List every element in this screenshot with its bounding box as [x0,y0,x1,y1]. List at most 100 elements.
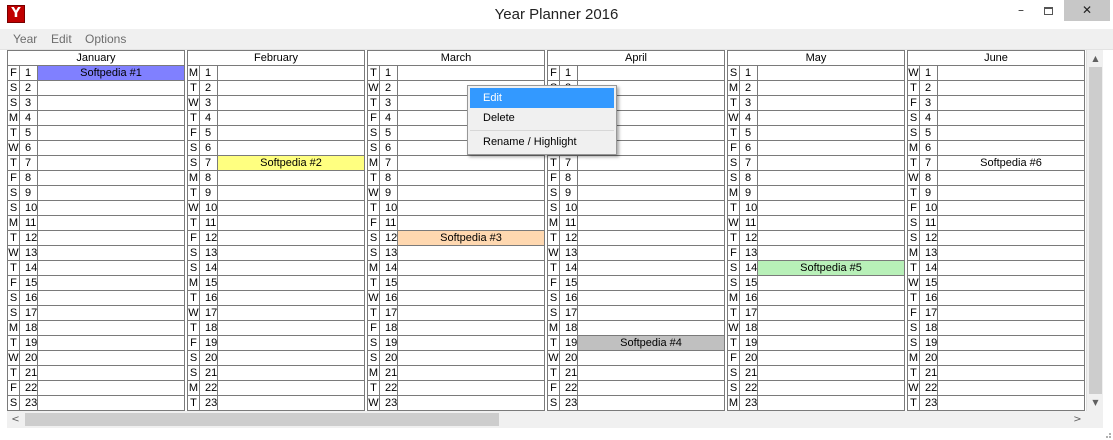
event-cell[interactable] [577,185,725,201]
scroll-right-icon[interactable]: > [1069,411,1086,428]
event-cell[interactable] [757,170,905,186]
event-cell[interactable] [397,170,545,186]
event-cell[interactable] [577,230,725,246]
event-cell[interactable] [217,230,365,246]
context-menu-edit[interactable]: Edit [470,88,614,108]
event-cell[interactable] [37,110,185,126]
event-cell[interactable] [757,305,905,321]
event-cell[interactable] [937,170,1085,186]
event-cell[interactable] [217,80,365,96]
event-cell[interactable] [217,140,365,156]
event-cell[interactable] [37,365,185,381]
event-cell[interactable] [397,215,545,231]
event-cell[interactable] [937,350,1085,366]
event-cell[interactable] [217,110,365,126]
event-cell[interactable]: Softpedia #4 [577,335,725,351]
event-cell[interactable] [937,275,1085,291]
resize-grip-icon[interactable] [1103,428,1113,440]
vertical-scroll-thumb[interactable] [1089,67,1102,394]
event-cell[interactable] [37,245,185,261]
event-cell[interactable] [37,95,185,111]
event-cell[interactable] [397,260,545,276]
event-cell[interactable] [37,230,185,246]
event-cell[interactable] [217,335,365,351]
event-cell[interactable] [937,215,1085,231]
event-cell[interactable] [37,170,185,186]
event-cell[interactable] [937,380,1085,396]
event-cell[interactable] [37,275,185,291]
event-cell[interactable]: Softpedia #1 [37,65,185,81]
event-cell[interactable] [937,95,1085,111]
event-cell[interactable] [757,350,905,366]
event-cell[interactable] [757,140,905,156]
event-cell[interactable] [37,320,185,336]
scroll-up-icon[interactable]: ▲ [1087,50,1104,67]
event-cell[interactable] [577,170,725,186]
event-cell[interactable] [577,65,725,81]
event-cell[interactable] [757,155,905,171]
event-cell[interactable] [937,200,1085,216]
event-cell[interactable] [217,380,365,396]
event-cell[interactable] [757,290,905,306]
event-cell[interactable] [217,305,365,321]
event-cell[interactable] [397,305,545,321]
event-cell[interactable] [217,95,365,111]
event-cell[interactable] [577,395,725,411]
event-cell[interactable] [397,365,545,381]
event-cell[interactable] [397,290,545,306]
event-cell[interactable] [37,395,185,411]
event-cell[interactable] [397,395,545,411]
event-cell[interactable] [397,185,545,201]
event-cell[interactable] [37,185,185,201]
event-cell[interactable] [757,95,905,111]
event-cell[interactable] [217,215,365,231]
event-cell[interactable] [757,185,905,201]
event-cell[interactable] [37,305,185,321]
event-cell[interactable] [217,170,365,186]
event-cell[interactable] [217,395,365,411]
close-button[interactable]: ✕ [1064,0,1110,21]
horizontal-scrollbar[interactable]: < > [7,411,1103,428]
event-cell[interactable] [757,365,905,381]
event-cell[interactable] [577,215,725,231]
menu-edit[interactable]: Edit [51,32,72,46]
event-cell[interactable] [577,245,725,261]
event-cell[interactable] [37,260,185,276]
event-cell[interactable] [937,65,1085,81]
event-cell[interactable] [757,230,905,246]
event-cell[interactable] [37,155,185,171]
event-cell[interactable] [577,275,725,291]
event-cell[interactable] [757,110,905,126]
event-cell[interactable] [37,125,185,141]
menu-year[interactable]: Year [13,32,37,46]
event-cell[interactable] [217,185,365,201]
event-cell[interactable] [757,335,905,351]
event-cell[interactable] [397,245,545,261]
event-cell[interactable] [217,320,365,336]
event-cell[interactable] [757,200,905,216]
event-cell[interactable] [937,290,1085,306]
event-cell[interactable] [217,365,365,381]
event-cell[interactable] [757,245,905,261]
event-cell[interactable] [217,260,365,276]
event-cell[interactable] [217,275,365,291]
event-cell[interactable] [577,380,725,396]
event-cell[interactable] [397,380,545,396]
horizontal-scroll-thumb[interactable] [25,413,499,426]
event-cell[interactable] [937,140,1085,156]
event-cell[interactable] [937,260,1085,276]
event-cell[interactable] [577,305,725,321]
event-cell[interactable] [937,335,1085,351]
scroll-down-icon[interactable]: ▼ [1087,394,1104,411]
menu-options[interactable]: Options [85,32,126,46]
event-cell[interactable] [577,260,725,276]
event-cell[interactable] [937,365,1085,381]
event-cell[interactable] [757,380,905,396]
event-cell[interactable]: Softpedia #6 [937,155,1085,171]
event-cell[interactable] [37,335,185,351]
event-cell[interactable] [397,275,545,291]
event-cell[interactable] [37,215,185,231]
event-cell[interactable] [397,155,545,171]
event-cell[interactable] [937,125,1085,141]
event-cell[interactable]: Softpedia #5 [757,260,905,276]
